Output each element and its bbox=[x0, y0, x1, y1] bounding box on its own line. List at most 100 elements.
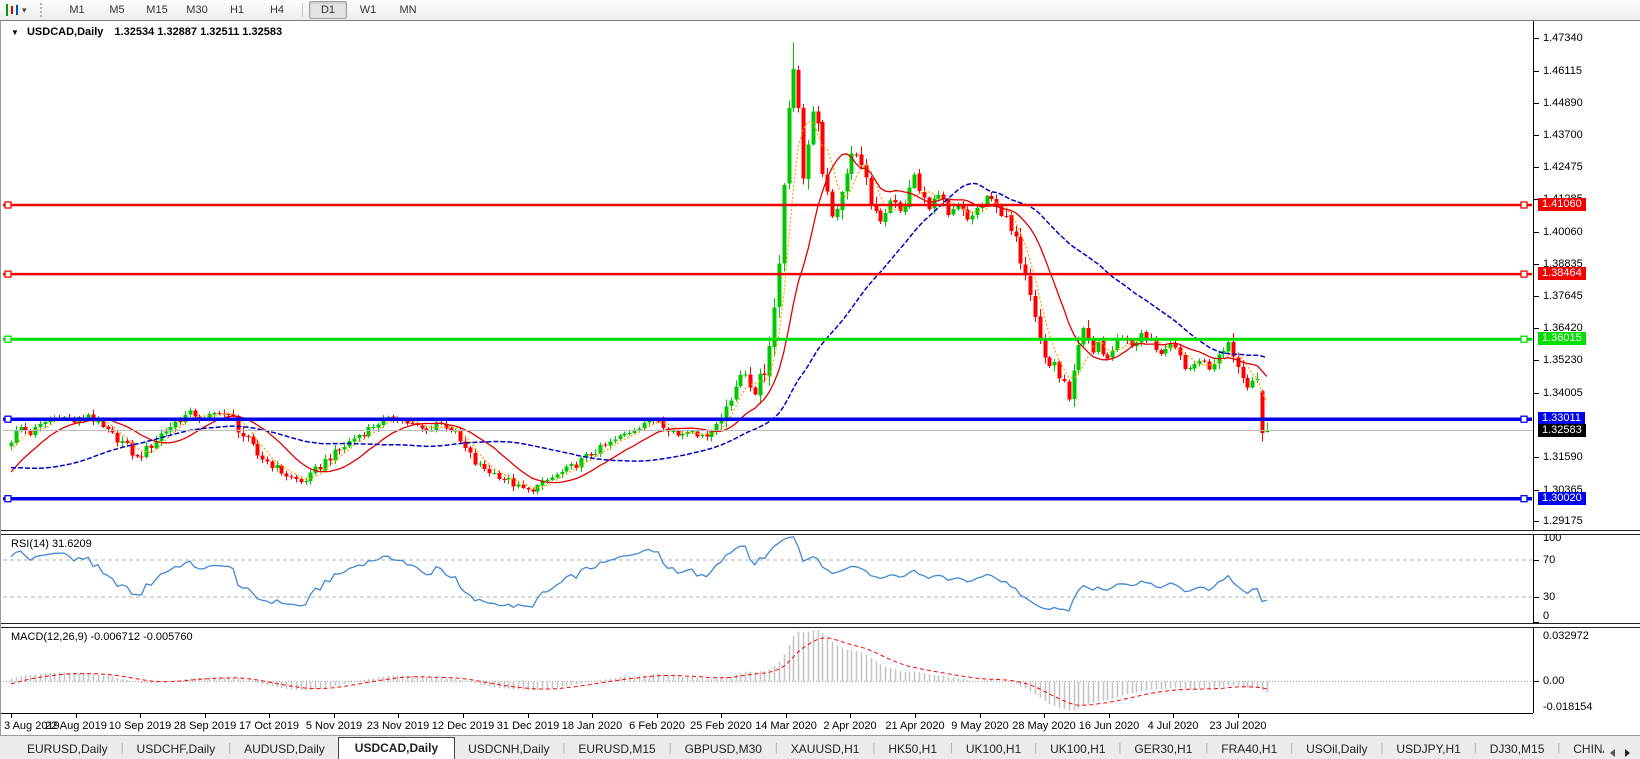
macd-axis-label: 0.032972 bbox=[1543, 630, 1589, 642]
horizontal-level-line[interactable] bbox=[3, 416, 1532, 422]
tab-scroll-right-icon[interactable] bbox=[1625, 749, 1630, 757]
price-axis-tick bbox=[1534, 490, 1539, 491]
horizontal-level-line[interactable] bbox=[3, 496, 1532, 502]
time-axis-tick bbox=[1173, 714, 1174, 718]
toolbar-grip[interactable] bbox=[40, 3, 49, 17]
price-axis-label: 1.34005 bbox=[1543, 387, 1583, 399]
price-axis-tick bbox=[1534, 167, 1539, 168]
price-axis-label: 1.40060 bbox=[1543, 226, 1583, 238]
moving-averages bbox=[11, 122, 1267, 488]
timeframe-buttons: M1M5M15M30H1H4 D1W1MN bbox=[57, 1, 428, 19]
price-axis-tick bbox=[1534, 457, 1539, 458]
time-axis[interactable]: 3 Aug 201922 Aug 201910 Sep 201928 Sep 2… bbox=[1, 713, 1533, 737]
time-axis-label: 28 May 2020 bbox=[1012, 720, 1076, 732]
chart-window: ▼ USDCAD,Daily 1.32534 1.32887 1.32511 1… bbox=[0, 20, 1640, 736]
macd-axis-label: -0.018154 bbox=[1543, 701, 1593, 713]
time-axis-label: 22 Aug 2019 bbox=[45, 720, 107, 732]
chart-tab-eurusd-m15[interactable]: EURUSD,M15 bbox=[565, 739, 668, 759]
mini-candles-glyph bbox=[4, 3, 20, 17]
chart-tab-xauusd-h1[interactable]: XAUUSD,H1 bbox=[778, 739, 873, 759]
time-axis-tick bbox=[1044, 714, 1045, 718]
time-axis-tick bbox=[721, 714, 722, 718]
chart-tab-usdchf-daily[interactable]: USDCHF,Daily bbox=[124, 739, 229, 759]
horizontal-level-line[interactable] bbox=[3, 336, 1532, 342]
collapse-triangle-icon[interactable]: ▼ bbox=[11, 28, 19, 37]
tab-scroll-arrows bbox=[1604, 749, 1640, 759]
price-axis-label: 1.29175 bbox=[1543, 515, 1583, 527]
macd-axis-tick bbox=[1534, 681, 1539, 682]
price-axis[interactable]: 1.473401.461151.448901.437001.424751.412… bbox=[1533, 21, 1640, 713]
time-axis-tick bbox=[140, 714, 141, 718]
chart-symbol-label: USDCAD,Daily bbox=[27, 26, 103, 38]
level-price-label: 1.30020 bbox=[1538, 492, 1586, 505]
timeframe-button-m15[interactable]: M15 bbox=[138, 1, 176, 19]
time-axis-tick bbox=[915, 714, 916, 718]
chart-tab-hk50-h1[interactable]: HK50,H1 bbox=[875, 739, 950, 759]
time-axis-label: 18 Jan 2020 bbox=[562, 720, 623, 732]
chart-tab-audusd-daily[interactable]: AUDUSD,Daily bbox=[231, 739, 338, 759]
timeframe-button-m30[interactable]: M30 bbox=[178, 1, 216, 19]
chart-tab-usdcnh-daily[interactable]: USDCNH,Daily bbox=[455, 739, 562, 759]
time-axis-label: 12 Dec 2019 bbox=[432, 720, 494, 732]
price-axis-tick bbox=[1534, 360, 1539, 361]
rsi-axis-label: 30 bbox=[1543, 591, 1555, 603]
panel-splitter-rsi[interactable] bbox=[1, 530, 1640, 535]
macd-chart-canvas[interactable] bbox=[1, 626, 1533, 713]
time-axis-tick bbox=[850, 714, 851, 718]
horizontal-level-line[interactable] bbox=[3, 271, 1532, 277]
price-axis-tick bbox=[1534, 38, 1539, 39]
price-axis-tick bbox=[1534, 264, 1539, 265]
time-axis-label: 21 Apr 2020 bbox=[885, 720, 944, 732]
price-axis-tick bbox=[1534, 103, 1539, 104]
chart-tab-usdcad-daily[interactable]: USDCAD,Daily bbox=[338, 737, 455, 759]
time-axis-label: 4 Jul 2020 bbox=[1148, 720, 1199, 732]
current-price-label: 1.32583 bbox=[1538, 424, 1586, 437]
tab-scroll-left-icon[interactable] bbox=[1610, 749, 1615, 757]
timeframe-button-w1[interactable]: W1 bbox=[349, 1, 387, 19]
price-axis-label: 1.43700 bbox=[1543, 129, 1583, 141]
time-axis-label: 9 May 2020 bbox=[951, 720, 1008, 732]
price-axis-label: 1.46115 bbox=[1543, 65, 1582, 77]
timeframe-button-mn[interactable]: MN bbox=[389, 1, 427, 19]
chart-tab-ger30-h1[interactable]: GER30,H1 bbox=[1121, 739, 1205, 759]
timeframe-button-m1[interactable]: M1 bbox=[58, 1, 96, 19]
timeframe-button-h4[interactable]: H4 bbox=[258, 1, 296, 19]
time-axis-tick bbox=[398, 714, 399, 718]
price-axis-tick bbox=[1534, 296, 1539, 297]
chart-tab-eurusd-daily[interactable]: EURUSD,Daily bbox=[14, 739, 121, 759]
time-axis-label: 25 Feb 2020 bbox=[690, 720, 752, 732]
timeframe-button-h1[interactable]: H1 bbox=[218, 1, 256, 19]
chart-tab-china300-h4[interactable]: CHINA300,H4 bbox=[1560, 739, 1604, 759]
chart-tab-uk100-h1[interactable]: UK100,H1 bbox=[953, 739, 1034, 759]
time-axis-label: 17 Oct 2019 bbox=[239, 720, 299, 732]
panel-splitter-macd[interactable] bbox=[1, 623, 1640, 628]
level-price-label: 1.38464 bbox=[1538, 267, 1586, 280]
time-axis-label: 31 Dec 2019 bbox=[497, 720, 559, 732]
price-chart-canvas[interactable] bbox=[1, 21, 1533, 530]
rsi-axis-tick bbox=[1534, 560, 1539, 561]
chart-tab-usdjpy-h1[interactable]: USDJPY,H1 bbox=[1383, 739, 1473, 759]
chart-title: ▼ USDCAD,Daily 1.32534 1.32887 1.32511 1… bbox=[11, 26, 282, 38]
chart-tab-fra40-h1[interactable]: FRA40,H1 bbox=[1208, 739, 1290, 759]
time-axis-tick bbox=[334, 714, 335, 718]
time-axis-tick bbox=[1238, 714, 1239, 718]
chart-tool-dropdown-caret-icon[interactable]: ▾ bbox=[22, 5, 34, 16]
time-axis-tick bbox=[528, 714, 529, 718]
timeframe-toolbar: ▾ M1M5M15M30H1H4 D1W1MN bbox=[0, 0, 1640, 21]
time-axis-tick bbox=[463, 714, 464, 718]
timeframe-button-d1[interactable]: D1 bbox=[309, 1, 347, 19]
macd-axis-label: 0.00 bbox=[1543, 675, 1564, 687]
chart-tab-gbpusd-m30[interactable]: GBPUSD,M30 bbox=[672, 739, 775, 759]
rsi-axis-tick bbox=[1534, 597, 1539, 598]
chart-tab-uk100-h1[interactable]: UK100,H1 bbox=[1037, 739, 1118, 759]
time-axis-tick bbox=[592, 714, 593, 718]
chart-tab-dj30-m15[interactable]: DJ30,M15 bbox=[1477, 739, 1558, 759]
timeframe-button-m5[interactable]: M5 bbox=[98, 1, 136, 19]
rsi-chart-canvas[interactable] bbox=[1, 533, 1533, 623]
chart-cursor-icon[interactable] bbox=[2, 2, 22, 18]
horizontal-level-line[interactable] bbox=[3, 202, 1532, 208]
price-axis-label: 1.35230 bbox=[1543, 354, 1583, 366]
chart-tab-usoil-daily[interactable]: USOil,Daily bbox=[1293, 739, 1380, 759]
time-axis-tick bbox=[11, 714, 12, 718]
time-axis-label: 10 Sep 2019 bbox=[109, 720, 171, 732]
